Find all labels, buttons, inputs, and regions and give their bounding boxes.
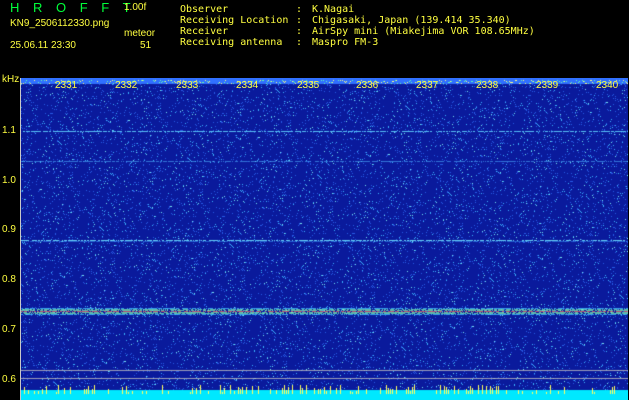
- datetime-label: 25.06.11 23:30: [10, 40, 76, 51]
- y-tick-label: 0.9: [2, 224, 16, 235]
- observer-value: K.Nagai: [312, 4, 355, 15]
- separator: :: [296, 4, 303, 15]
- spectrogram: [20, 78, 628, 400]
- antenna-row: Receiving antenna: Maspro FM-3: [180, 37, 535, 48]
- version-label: 1.00f: [124, 2, 147, 13]
- receiver-value: AirSpy mini (Miakejima VOR 108.65MHz): [312, 26, 535, 37]
- meteor-count: 51: [140, 40, 152, 51]
- separator: :: [296, 37, 303, 48]
- receiver-row: Receiver: AirSpy mini (Miakejima VOR 108.…: [180, 26, 535, 37]
- separator: :: [296, 26, 303, 37]
- y-axis-line: [20, 78, 21, 400]
- y-tick-label: 1.1: [2, 125, 16, 136]
- y-tick-label: 0.7: [2, 324, 16, 335]
- meteor-label: meteor: [124, 28, 156, 39]
- x-tick-label: 2338: [476, 80, 499, 91]
- antenna-value: Maspro FM-3: [312, 37, 379, 48]
- y-tick-label: 0.6: [2, 374, 16, 385]
- x-tick-label: 2335: [297, 80, 320, 91]
- location-label: Receiving Location: [180, 15, 289, 26]
- file-name: KN9_2506112330.png: [10, 18, 110, 29]
- x-tick-label: 2334: [236, 80, 259, 91]
- x-tick-label: 2337: [416, 80, 439, 91]
- x-tick-label: 2331: [55, 80, 78, 91]
- x-tick-label: 2336: [356, 80, 379, 91]
- y-tick-label: 1.0: [2, 175, 16, 186]
- antenna-label: Receiving antenna: [180, 37, 283, 48]
- receiver-label: Receiver: [180, 26, 229, 37]
- y-tick-label: 0.8: [2, 274, 16, 285]
- separator: :: [296, 15, 303, 26]
- y-axis-unit: kHz: [2, 74, 20, 85]
- x-tick-label: 2339: [536, 80, 559, 91]
- observation-info: Observer: K.Nagai Receiving Location: Chig…: [180, 4, 535, 48]
- location-value: Chigasaki, Japan (139.414 35.340): [312, 15, 511, 26]
- location-row: Receiving Location: Chigasaki, Japan (139…: [180, 15, 535, 26]
- app-title: H R O F F T: [10, 0, 136, 15]
- header: H R O F F T 1.00f KN9_2506112330.png met…: [0, 0, 629, 76]
- observer-row: Observer: K.Nagai: [180, 4, 535, 15]
- spectrogram-canvas: [20, 78, 628, 400]
- observer-label: Observer: [180, 4, 229, 15]
- x-tick-label: 2333: [176, 80, 199, 91]
- x-tick-label: 2340: [596, 80, 619, 91]
- x-tick-label: 2332: [115, 80, 138, 91]
